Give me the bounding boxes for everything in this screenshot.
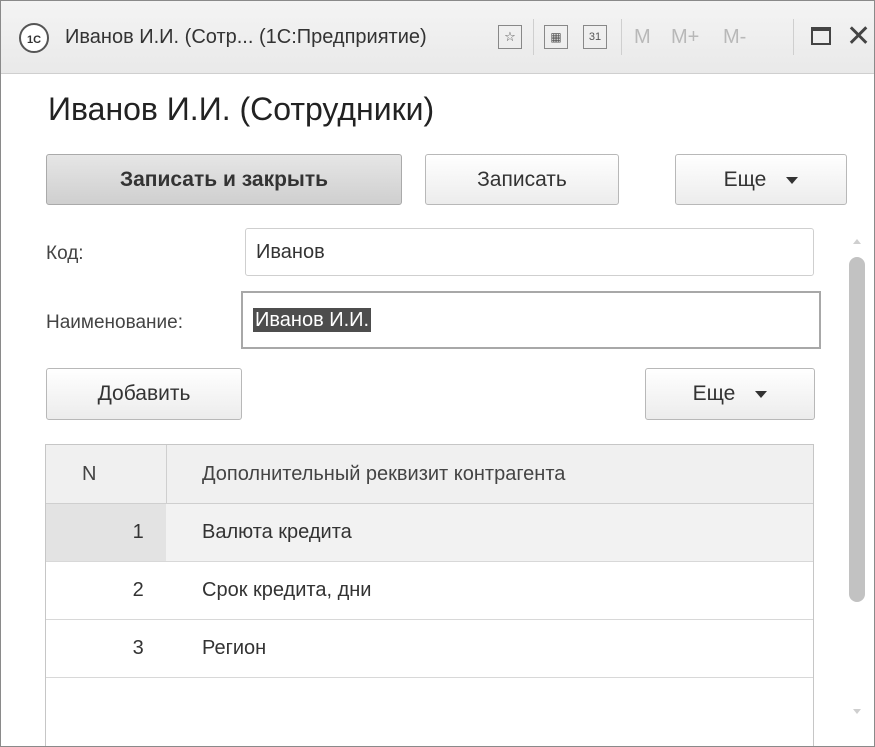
save-button[interactable]: Записать	[425, 154, 619, 205]
row-number: 1	[132, 521, 144, 543]
save-and-close-button[interactable]: Записать и закрыть	[46, 154, 402, 205]
column-header-n[interactable]: N	[82, 445, 96, 503]
more-actions-label: Еще	[723, 168, 767, 191]
table-more-label: Еще	[692, 382, 736, 405]
column-header-attribute[interactable]: Дополнительный реквизит контрагента	[202, 445, 565, 503]
row-attribute-cell[interactable]: Регион	[202, 620, 266, 677]
form-window: 1С Иванов И.И. (Сотр... (1С:Предприятие)…	[0, 0, 875, 747]
calculator-icon[interactable]: ▦	[544, 25, 568, 49]
code-label: Код:	[46, 243, 84, 264]
toolbar-separator	[533, 19, 534, 55]
favorite-icon[interactable]: ☆	[498, 25, 522, 49]
name-field-value: Иванов И.И.	[253, 308, 372, 332]
table-more-button[interactable]: Еще	[645, 368, 815, 420]
scroll-up-icon[interactable]	[853, 239, 861, 244]
scroll-down-icon[interactable]	[853, 709, 861, 714]
name-label: Наименование:	[46, 312, 183, 333]
more-actions-button[interactable]: Еще	[675, 154, 847, 205]
row-number-cell[interactable]: 1	[46, 504, 166, 561]
chevron-down-icon	[755, 390, 768, 398]
row-number-cell[interactable]: 3	[46, 620, 166, 677]
toolbar-separator	[621, 19, 622, 55]
code-field[interactable]: Иванов	[245, 228, 814, 276]
calendar-icon[interactable]: 31	[583, 25, 607, 49]
row-number-cell[interactable]: 2	[46, 562, 166, 619]
row-attribute-cell[interactable]: Валюта кредита	[202, 504, 352, 561]
add-row-button[interactable]: Добавить	[46, 368, 242, 420]
row-number: 3	[132, 637, 144, 659]
memory-button-m-plus[interactable]: M+	[671, 26, 699, 49]
app-logo-icon[interactable]: 1С	[19, 23, 49, 53]
scrollbar-thumb[interactable]	[849, 257, 865, 602]
memory-button-m[interactable]: M	[634, 26, 651, 49]
table-row[interactable]: 3 Регион	[46, 620, 813, 678]
title-bar: 1С Иванов И.И. (Сотр... (1С:Предприятие)…	[1, 1, 874, 74]
maximize-icon[interactable]	[811, 27, 831, 45]
attributes-table: N Дополнительный реквизит контрагента 1 …	[45, 444, 814, 746]
row-number: 2	[132, 579, 144, 601]
page-title: Иванов И.И. (Сотрудники)	[48, 91, 435, 127]
vertical-scrollbar[interactable]	[847, 233, 867, 743]
window-title: Иванов И.И. (Сотр... (1С:Предприятие)	[65, 26, 427, 48]
toolbar-separator	[793, 19, 794, 55]
table-header: N Дополнительный реквизит контрагента	[46, 445, 813, 504]
close-icon[interactable]: ✕	[846, 19, 871, 54]
chevron-down-icon	[786, 176, 799, 184]
memory-button-m-minus[interactable]: M-	[723, 26, 746, 49]
row-attribute-cell[interactable]: Срок кредита, дни	[202, 562, 371, 619]
table-row[interactable]: 1 Валюта кредита	[46, 504, 813, 562]
name-field[interactable]: Иванов И.И.	[241, 291, 821, 349]
column-divider	[166, 445, 167, 503]
table-row[interactable]: 2 Срок кредита, дни	[46, 562, 813, 620]
